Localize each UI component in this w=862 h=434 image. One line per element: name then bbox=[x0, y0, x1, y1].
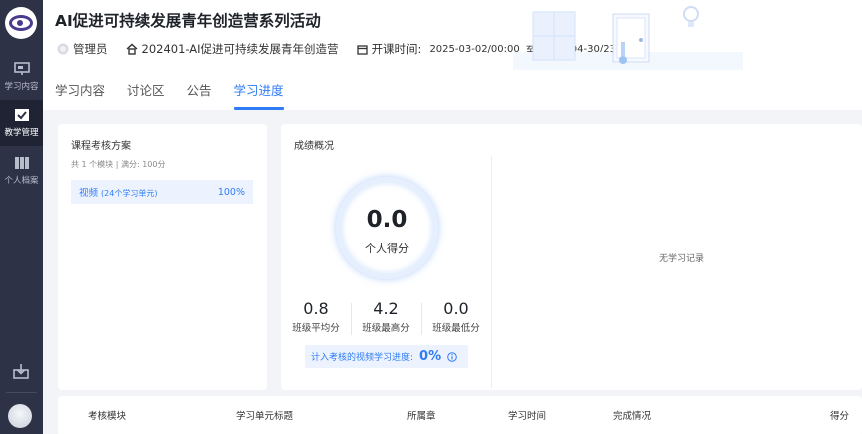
start-time: 2025-03-02/00:00 bbox=[429, 43, 520, 55]
role-label: 管理员 bbox=[73, 42, 108, 56]
assessment-plan-title: 课程考核方案 bbox=[71, 141, 131, 152]
assessment-plan-card: 课程考核方案 共 1 个模块 | 满分: 100分 视频 (24个学习单元) 1… bbox=[58, 124, 267, 390]
user-role-icon bbox=[57, 43, 69, 55]
column-header-chapter: 所属章 bbox=[407, 411, 436, 422]
avatar[interactable] bbox=[8, 404, 32, 428]
page-title: AI促进可持续发展青年创造营系列活动 bbox=[55, 12, 321, 30]
schedule-label: 开课时间: bbox=[371, 42, 422, 56]
column-header-unit-title: 学习单元标题 bbox=[236, 411, 294, 422]
video-progress-label: 计入考核的视频学习进度: bbox=[311, 353, 414, 363]
tab-learning-progress[interactable]: 学习进度 bbox=[233, 80, 284, 110]
stat-label: 班级平均分 bbox=[292, 323, 340, 334]
calendar-icon bbox=[356, 44, 368, 55]
module-info: 视频 (24个学习单元) bbox=[79, 185, 157, 199]
info-icon[interactable] bbox=[447, 351, 457, 362]
class-stats: 0.8 班级平均分 4.2 班级最高分 0.0 班级最低分 bbox=[281, 299, 491, 339]
sidebar-divider bbox=[6, 392, 37, 393]
personal-score-ring: 0.0 个人得分 bbox=[336, 177, 438, 279]
course-icon bbox=[13, 62, 30, 75]
stat-value: 4.2 bbox=[373, 299, 399, 318]
assessment-module-row[interactable]: 视频 (24个学习单元) 100% bbox=[71, 180, 253, 204]
tab-bar: 学习内容 讨论区 公告 学习进度 bbox=[55, 80, 306, 110]
header-illustration bbox=[513, 6, 743, 70]
class-info: 202401-AI促进可持续发展青年创造营 bbox=[126, 41, 339, 57]
stat-label: 班级最高分 bbox=[362, 323, 410, 334]
video-progress-value: 0% bbox=[419, 349, 442, 364]
sidebar-item-course-content[interactable]: 学习内容 bbox=[0, 54, 43, 100]
teaching-management-icon bbox=[14, 109, 29, 121]
tab-course-content[interactable]: 学习内容 bbox=[55, 80, 105, 110]
panel-divider bbox=[491, 156, 492, 388]
profile-books-icon bbox=[14, 157, 29, 169]
class-name: 202401-AI促进可持续发展青年创造营 bbox=[141, 42, 339, 56]
stat-value: 0.8 bbox=[303, 299, 329, 318]
column-header-score: 得分 bbox=[830, 411, 850, 422]
sidebar: 学习内容 教学管理 个人档案 bbox=[0, 0, 43, 434]
sidebar-item-label: 学习内容 bbox=[4, 82, 39, 92]
download-icon[interactable] bbox=[12, 362, 30, 380]
personal-score-value: 0.0 bbox=[366, 207, 408, 233]
column-header-study-time: 学习时间 bbox=[508, 411, 547, 422]
learning-records-table: 考核模块 学习单元标题 所属章 学习时间 完成情况 得分 bbox=[58, 396, 862, 434]
tab-announcements[interactable]: 公告 bbox=[187, 80, 212, 110]
home-icon bbox=[126, 43, 137, 55]
score-overview-card: 成绩概况 0.0 个人得分 0.8 班级平均分 4.2 班级最高分 0.0 班级… bbox=[281, 124, 862, 390]
app-logo[interactable] bbox=[5, 7, 37, 39]
class-highest: 4.2 班级最高分 bbox=[351, 299, 421, 334]
tab-discussion[interactable]: 讨论区 bbox=[127, 80, 165, 110]
stat-value: 0.0 bbox=[443, 299, 469, 318]
sidebar-item-teaching-management[interactable]: 教学管理 bbox=[0, 100, 43, 146]
module-name: 视频 bbox=[79, 188, 99, 199]
page-header: AI促进可持续发展青年创造营系列活动 管理员 202401-AI促进可持续发展青… bbox=[43, 0, 862, 110]
stat-label: 班级最低分 bbox=[432, 323, 480, 334]
video-progress-box: 计入考核的视频学习进度: 0% bbox=[305, 345, 468, 368]
sidebar-item-label: 个人档案 bbox=[4, 176, 39, 186]
column-header-module: 考核模块 bbox=[88, 411, 127, 422]
column-header-completion: 完成情况 bbox=[613, 411, 652, 422]
module-weight: 100% bbox=[217, 186, 245, 198]
assessment-summary: 共 1 个模块 | 满分: 100分 bbox=[71, 160, 166, 169]
class-lowest: 0.0 班级最低分 bbox=[421, 299, 491, 334]
empty-records-text: 无学习记录 bbox=[659, 254, 705, 264]
sidebar-item-profile[interactable]: 个人档案 bbox=[0, 148, 43, 194]
sidebar-item-label: 教学管理 bbox=[4, 128, 39, 138]
module-units: (24个学习单元) bbox=[101, 189, 158, 198]
personal-score-label: 个人得分 bbox=[365, 242, 409, 255]
score-overview-title: 成绩概况 bbox=[294, 141, 334, 152]
class-average: 0.8 班级平均分 bbox=[281, 299, 351, 334]
role-info: 管理员 bbox=[57, 41, 108, 57]
